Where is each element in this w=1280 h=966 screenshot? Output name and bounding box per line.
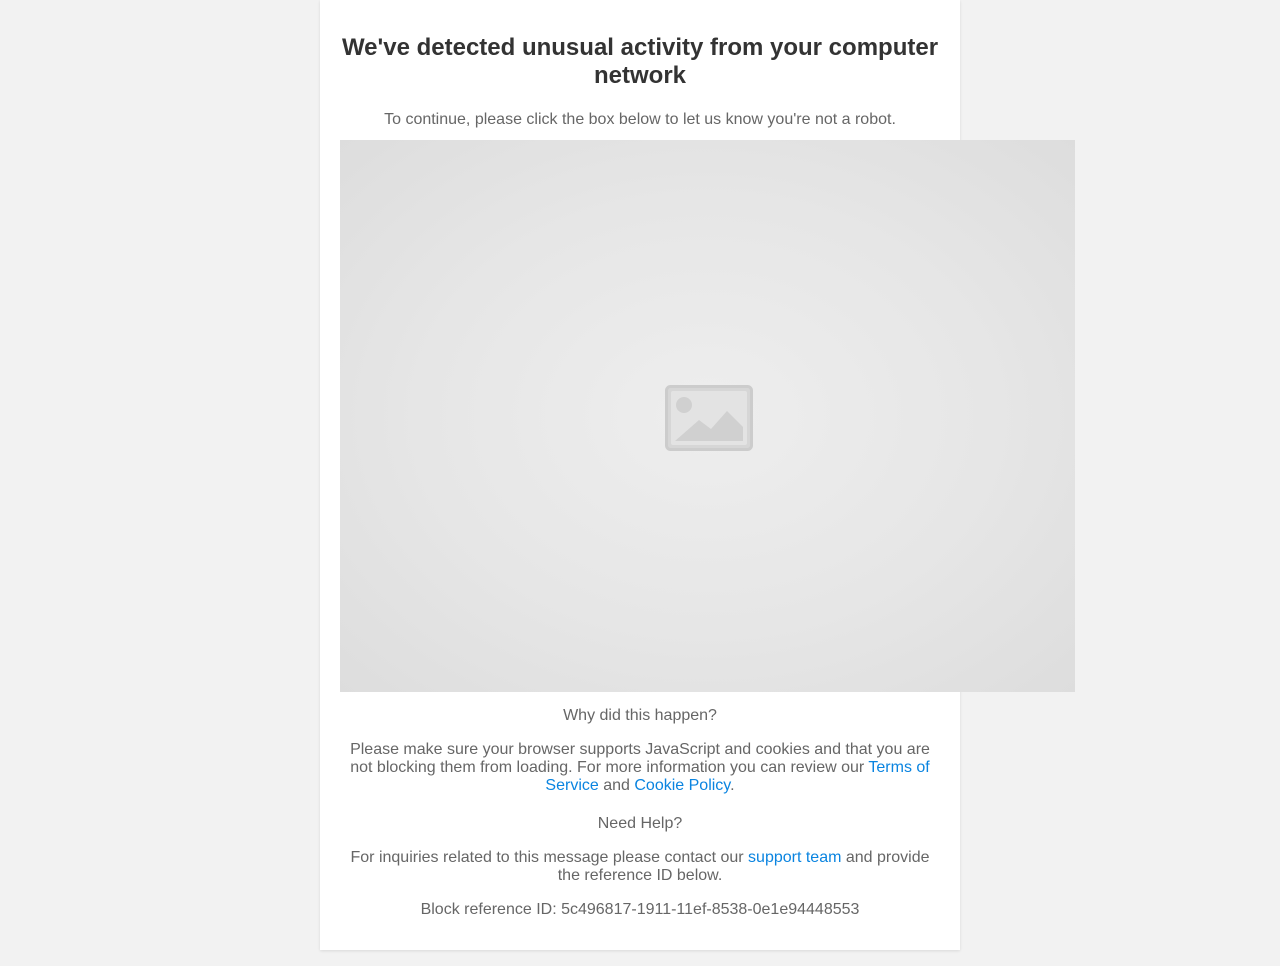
image-placeholder-icon (665, 385, 753, 451)
help-heading: Need Help? (597, 815, 683, 832)
why-heading: Why did this happen? (563, 707, 717, 724)
help-text-before: For inquiries related to this message pl… (350, 849, 749, 866)
block-reference-id: Block reference ID: 5c496817-1911-11ef-8… (420, 901, 860, 918)
why-text: Please make sure your browser supports J… (350, 741, 930, 776)
help-text: For inquiries related to this message pl… (340, 849, 940, 885)
page-title: We've detected unusual activity from you… (341, 34, 939, 89)
support-team-link[interactable]: support team (748, 849, 841, 866)
instruction-text: To continue, please click the box below … (384, 111, 896, 128)
cookie-policy-link[interactable]: Cookie Policy (634, 777, 730, 794)
and-text: and (598, 777, 635, 794)
why-explanation: Please make sure your browser supports J… (340, 741, 940, 795)
captcha-challenge-frame[interactable] (340, 140, 1075, 692)
period-text: . (730, 777, 735, 794)
